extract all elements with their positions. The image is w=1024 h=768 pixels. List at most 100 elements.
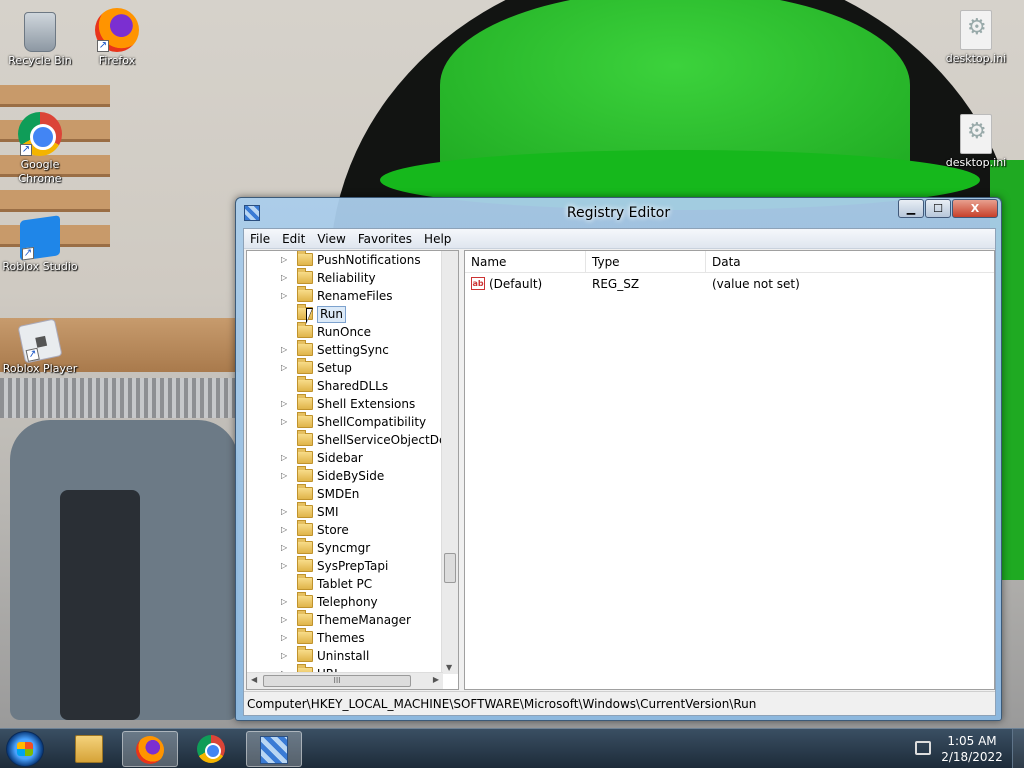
- tree-horizontal-scrollbar[interactable]: ◀ III ▶: [247, 672, 443, 689]
- start-button[interactable]: [6, 731, 44, 767]
- taskbar-regedit-button[interactable]: [246, 731, 302, 767]
- expand-arrow-icon[interactable]: ▷: [281, 521, 291, 539]
- expand-arrow-icon[interactable]: ▷: [281, 395, 291, 413]
- folder-icon: [297, 646, 313, 662]
- taskbar-explorer-button[interactable]: [62, 731, 118, 767]
- expand-arrow-icon[interactable]: ▷: [281, 593, 291, 611]
- tree-item-label: PushNotifications: [317, 253, 421, 267]
- menu-edit[interactable]: Edit: [276, 229, 311, 249]
- desktop-icon-chrome[interactable]: ↗ Google Chrome: [0, 112, 80, 186]
- network-icon[interactable]: [915, 741, 931, 755]
- wallpaper-chair-back: [60, 490, 140, 720]
- tree-vertical-scroll-thumb[interactable]: [444, 553, 456, 583]
- shortcut-arrow-icon: ↗: [22, 246, 34, 261]
- recycle-bin-icon: [24, 12, 56, 52]
- close-button[interactable]: X: [952, 199, 998, 218]
- tree-horizontal-scroll-thumb[interactable]: III: [263, 675, 411, 687]
- desktop-icon-firefox[interactable]: ↗ Firefox: [77, 8, 157, 68]
- scroll-right-arrow-icon[interactable]: ▶: [433, 675, 439, 684]
- clock-time: 1:05 AM: [947, 734, 997, 748]
- roblox-studio-icon: ↗: [20, 215, 60, 261]
- window-client-area: File Edit View Favorites Help ▷ PushNotificat…: [243, 228, 996, 716]
- string-value-icon: ab: [471, 277, 485, 290]
- maximize-button[interactable]: ☐: [925, 199, 951, 218]
- value-data: (value not set): [712, 277, 800, 291]
- menu-bar: File Edit View Favorites Help: [244, 229, 995, 249]
- list-header: Name Type Data: [465, 251, 994, 273]
- expand-arrow-icon[interactable]: ▷: [281, 251, 291, 269]
- expand-arrow-icon[interactable]: ▷: [281, 557, 291, 575]
- menu-help[interactable]: Help: [418, 229, 457, 249]
- expand-arrow-icon[interactable]: ▷: [281, 611, 291, 629]
- folder-icon: [297, 268, 313, 284]
- tree-item-label: SMDEn: [317, 487, 360, 501]
- roblox-player-icon: ↗: [17, 318, 63, 364]
- folder-icon: [297, 394, 313, 410]
- folder-icon: [297, 538, 313, 554]
- menu-file[interactable]: File: [244, 229, 276, 249]
- registry-values-pane[interactable]: Name Type Data ab (Default) REG_SZ (valu…: [464, 250, 995, 690]
- tree-vertical-scrollbar[interactable]: ▼: [441, 251, 458, 674]
- desktop-icon-roblox-studio[interactable]: ↗ Roblox Studio: [0, 215, 80, 274]
- desktop-icon-label: desktop.ini: [945, 156, 1007, 169]
- taskbar-firefox-button[interactable]: [122, 731, 178, 767]
- tree-item-label: SideBySide: [317, 469, 385, 483]
- expand-arrow-icon[interactable]: ▷: [281, 647, 291, 665]
- desktop-icon-roblox-player[interactable]: ↗ Roblox Player: [0, 318, 80, 376]
- wallpaper-shelf: [0, 85, 110, 107]
- expand-arrow-icon[interactable]: ▷: [281, 413, 291, 431]
- registry-value-row[interactable]: ab (Default) REG_SZ (value not set): [465, 275, 994, 293]
- folder-icon: [297, 574, 313, 590]
- desktop-icon-desktop-ini[interactable]: desktop.ini: [936, 114, 1016, 170]
- folder-icon: [297, 556, 313, 572]
- show-desktop-button[interactable]: [1012, 729, 1024, 768]
- desktop-icon-label: Google Chrome: [18, 158, 62, 185]
- status-bar-path: Computer\HKEY_LOCAL_MACHINE\SOFTWARE\Mic…: [244, 691, 995, 715]
- tree-item-label: Tablet PC: [317, 577, 373, 591]
- tree-item-label: Shell Extensions: [317, 397, 416, 411]
- settings-file-icon: [960, 10, 992, 50]
- system-clock[interactable]: 1:05 AM 2/18/2022: [940, 733, 1004, 765]
- expand-arrow-icon[interactable]: ▷: [281, 287, 291, 305]
- desktop-icon-recycle-bin[interactable]: Recycle Bin: [0, 8, 80, 68]
- expand-arrow-icon[interactable]: ▷: [281, 467, 291, 485]
- expand-arrow-icon[interactable]: ▷: [281, 629, 291, 647]
- wallpaper-vent: [0, 378, 240, 418]
- shortcut-arrow-icon: ↗: [97, 40, 109, 52]
- registry-editor-window[interactable]: Registry Editor ▁ ☐ X File Edit View Favori…: [235, 197, 1002, 721]
- tree-item-label: Store: [317, 523, 349, 537]
- expand-arrow-icon[interactable]: ▷: [281, 341, 291, 359]
- scroll-left-arrow-icon[interactable]: ◀: [251, 675, 257, 684]
- column-header-type[interactable]: Type: [586, 251, 706, 273]
- registry-tree-pane[interactable]: ▷ PushNotifications ▷ Reliability ▷ RenameFil…: [246, 250, 459, 690]
- scroll-down-arrow-icon[interactable]: ▼: [446, 663, 452, 672]
- tree-item-label: SMI: [317, 505, 339, 519]
- desktop-icon-label: desktop.ini: [945, 52, 1007, 65]
- tree-item-label: RunOnce: [317, 325, 372, 339]
- desktop-icon-label: Recycle Bin: [8, 54, 72, 67]
- menu-view[interactable]: View: [311, 229, 351, 249]
- expand-arrow-icon[interactable]: ▷: [281, 503, 291, 521]
- folder-icon: [297, 520, 313, 536]
- title-bar[interactable]: Registry Editor ▁ ☐ X: [236, 198, 1001, 228]
- expand-arrow-icon[interactable]: ▷: [281, 539, 291, 557]
- expand-arrow-icon[interactable]: ▷: [281, 359, 291, 377]
- desktop-icon-desktop-ini[interactable]: desktop.ini: [936, 10, 1016, 66]
- expand-arrow-icon[interactable]: ▷: [281, 269, 291, 287]
- value-type: REG_SZ: [592, 277, 640, 291]
- folder-icon: [297, 592, 313, 608]
- menu-favorites[interactable]: Favorites: [352, 229, 418, 249]
- column-header-name[interactable]: Name: [465, 251, 586, 273]
- minimize-button[interactable]: ▁: [898, 199, 924, 218]
- folder-icon: [297, 322, 313, 338]
- tree-item-label: SharedDLLs: [317, 379, 389, 393]
- folder-icon: [297, 484, 313, 500]
- tree-item-label: Telephony: [317, 595, 378, 609]
- tree-item-label: SettingSync: [317, 343, 389, 357]
- folder-icon: [297, 430, 313, 446]
- taskbar-chrome-button[interactable]: [184, 731, 240, 767]
- column-header-data[interactable]: Data: [706, 251, 994, 273]
- settings-file-icon: [960, 114, 992, 154]
- tree-item-label: Uninstall: [317, 649, 370, 663]
- expand-arrow-icon[interactable]: ▷: [281, 449, 291, 467]
